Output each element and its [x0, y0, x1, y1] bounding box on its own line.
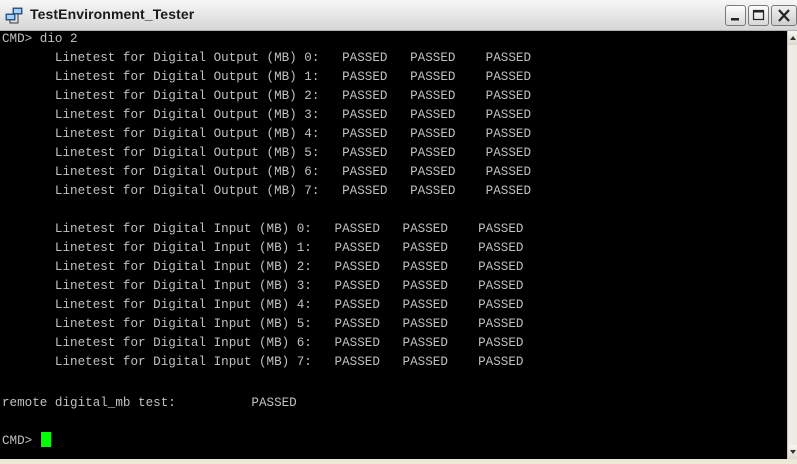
terminal-line: Linetest for Digital Input (MB) 0: PASSE…	[2, 222, 524, 236]
text-cursor	[40, 432, 51, 447]
terminal-line: Linetest for Digital Output (MB) 3: PASS…	[2, 108, 532, 122]
terminal-line: CMD> dio 2	[2, 32, 78, 46]
close-icon	[778, 9, 790, 22]
terminal-line: Linetest for Digital Input (MB) 5: PASSE…	[2, 317, 524, 331]
terminal-line: Linetest for Digital Output (MB) 5: PASS…	[2, 146, 532, 160]
maximize-button[interactable]	[748, 5, 769, 26]
terminal-line: Linetest for Digital Input (MB) 4: PASSE…	[2, 298, 524, 312]
terminal-line: Linetest for Digital Output (MB) 7: PASS…	[2, 184, 532, 198]
terminal-line: Linetest for Digital Input (MB) 3: PASSE…	[2, 279, 524, 293]
terminal-line: Linetest for Digital Input (MB) 6: PASSE…	[2, 336, 524, 350]
terminal-output[interactable]: CMD> dio 2 Linetest for Digital Output (…	[0, 31, 787, 459]
minimize-button[interactable]	[725, 5, 746, 26]
minimize-icon	[731, 18, 739, 21]
prompt-line[interactable]: CMD>	[2, 432, 51, 451]
arrow-up-icon	[790, 36, 796, 40]
terminal-line: Linetest for Digital Output (MB) 4: PASS…	[2, 127, 532, 141]
arrow-down-icon	[790, 450, 796, 454]
terminal-line: Linetest for Digital Output (MB) 1: PASS…	[2, 70, 532, 84]
vertical-scrollbar[interactable]	[787, 31, 797, 459]
terminal-line: Linetest for Digital Output (MB) 0: PASS…	[2, 51, 532, 65]
terminal-line: Linetest for Digital Output (MB) 6: PASS…	[2, 165, 532, 179]
scroll-up-button[interactable]	[788, 31, 797, 45]
maximize-icon	[752, 9, 765, 21]
terminal-line: Linetest for Digital Input (MB) 1: PASSE…	[2, 241, 524, 255]
title-bar[interactable]: TestEnvironment_Tester	[0, 0, 797, 31]
window-title: TestEnvironment_Tester	[30, 6, 195, 22]
terminal-line: Linetest for Digital Output (MB) 2: PASS…	[2, 89, 532, 103]
terminal-line: Linetest for Digital Input (MB) 7: PASSE…	[2, 355, 524, 369]
terminal-line: remote digital_mb test: PASSED	[2, 396, 297, 410]
network-computers-icon[interactable]	[5, 6, 23, 24]
terminal-line: Linetest for Digital Input (MB) 2: PASSE…	[2, 260, 524, 274]
close-button[interactable]	[771, 5, 797, 26]
terminal-window: TestEnvironment_Tester CMD> dio 2 Linete…	[0, 0, 797, 459]
prompt-text: CMD>	[2, 434, 40, 448]
scroll-down-button[interactable]	[788, 445, 797, 459]
